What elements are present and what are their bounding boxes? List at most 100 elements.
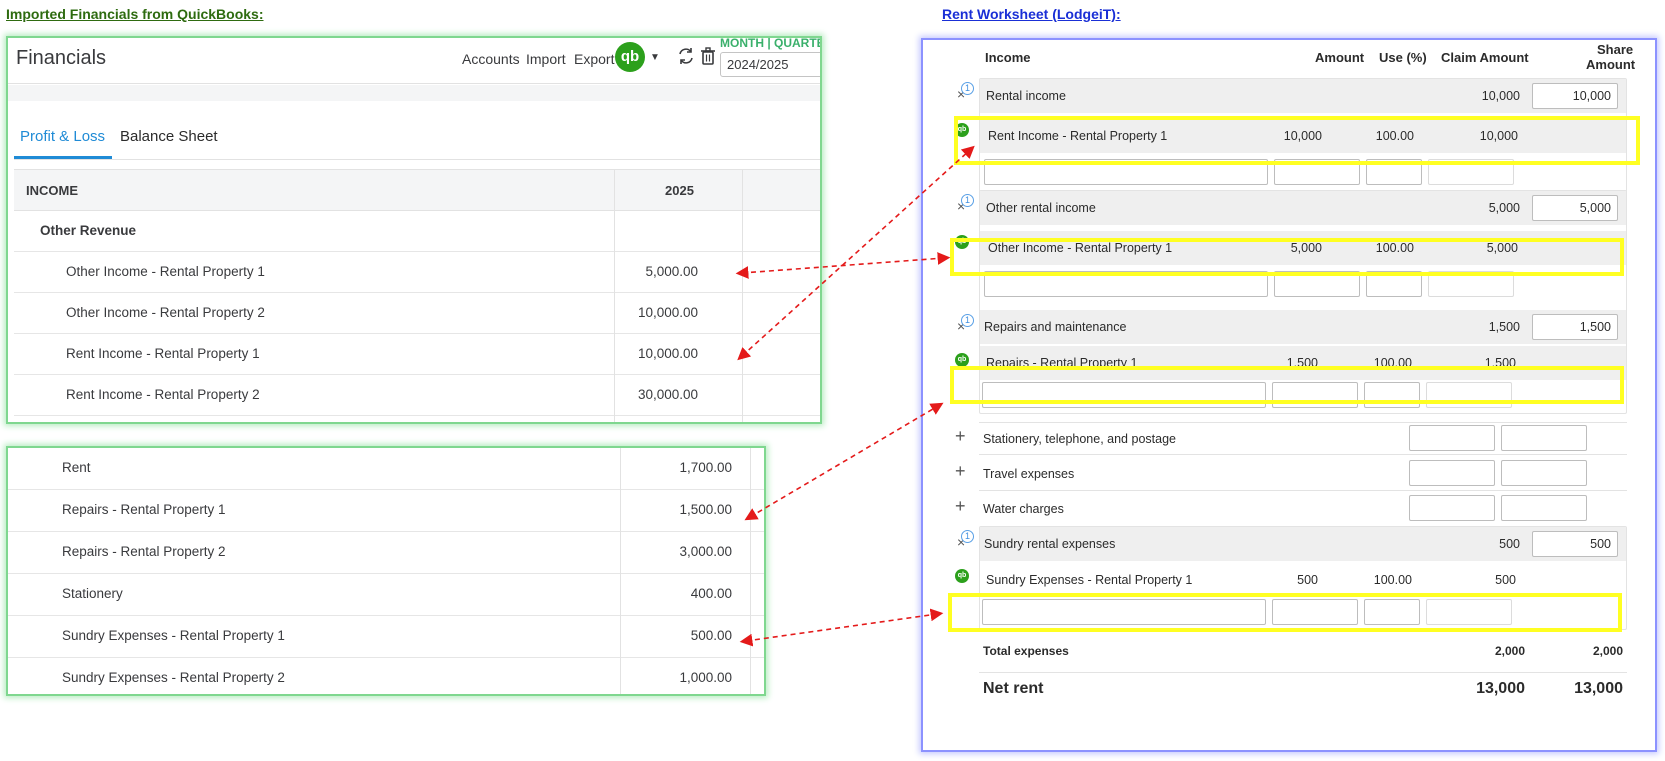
quickbooks-caption: Imported Financials from QuickBooks: [6,6,264,22]
chevron-down-icon[interactable]: ▼ [650,52,660,63]
table-row[interactable]: Other Income - Rental Property 2 10,000.… [14,293,820,334]
import-link[interactable]: Import [526,51,566,67]
account-value: 1,500.00 [679,502,732,517]
claim-amount-input[interactable] [1409,425,1495,451]
period-toggle[interactable]: MONTH | QUARTE [720,38,820,50]
fiscal-year-select[interactable]: 2024/2025 [720,52,820,77]
net-rent-label: Net rent [983,680,1044,697]
lodgeit-caption: Rent Worksheet (LodgeiT): [942,6,1121,22]
account-name: Repairs - Rental Property 1 [62,502,226,517]
account-name: Other Income - Rental Property 1 [66,264,265,279]
qb-header: Financials Accounts Import Export qb ▼ M… [8,38,820,84]
total-expenses-label: Total expenses [983,644,1069,658]
row-divider [979,422,1627,423]
account-value: 30,000.00 [637,387,698,402]
category-label: Rental income [986,89,1066,103]
arrow-sundry [739,608,944,647]
account-value: 1,000.00 [679,670,732,685]
tab-balance-sheet[interactable]: Balance Sheet [120,128,218,145]
accounts-link[interactable]: Accounts [462,51,520,67]
column-divider [742,169,743,422]
info-badge-icon[interactable]: 1 [961,530,974,543]
column-divider [620,448,621,694]
category-label: Stationery, telephone, and postage [983,432,1176,446]
table-row[interactable]: Stationery 400.00 [8,574,764,616]
table-row[interactable]: Rent 1,700.00 [8,448,764,490]
row-divider [979,672,1627,673]
share-amount-input[interactable]: 500 [1532,531,1618,557]
share-amount-input[interactable] [1501,460,1587,486]
income-column-header: INCOME [26,183,78,198]
refresh-icon[interactable] [676,46,696,66]
account-value: 3,000.00 [679,544,732,559]
table-row[interactable]: Sundry Expenses - Rental Property 2 1,00… [8,658,764,694]
table-row[interactable]: Repairs - Rental Property 1 1,500.00 [8,490,764,532]
rental-income-row [980,79,1626,113]
add-icon[interactable]: + [955,426,966,447]
claim-amount: 10,000 [1481,89,1520,103]
account-value: 500.00 [690,628,732,643]
table-row[interactable]: Repairs - Rental Property 2 3,000.00 [8,532,764,574]
share-amount-input[interactable]: 5,000 [1532,195,1618,221]
claim-amount: 5,000 [1488,201,1520,215]
info-badge-icon[interactable]: 1 [961,82,974,95]
trash-icon[interactable] [698,46,718,66]
category-label: Water charges [983,502,1064,516]
income-table: INCOME 2025 Other Revenue Other Income -… [14,169,820,416]
claim-amount-input[interactable] [1409,495,1495,521]
page-title: Financials [16,47,107,69]
row-divider [979,454,1627,455]
share-amount-input[interactable] [1501,495,1587,521]
account-name: Sundry Expenses - Rental Property 1 [62,628,285,643]
column-divider [750,448,751,694]
table-row[interactable]: Rent Income - Rental Property 2 30,000.0… [14,375,820,416]
share-amount-input[interactable] [1501,425,1587,451]
group-label: Other Revenue [40,223,137,238]
imported-use-percent: 100.00 [1373,573,1412,587]
header-band [8,85,820,101]
claim-amount: 500 [1499,537,1520,551]
claim-amount-input[interactable] [1409,460,1495,486]
table-row[interactable]: Sundry Expenses - Rental Property 1 500.… [8,616,764,658]
add-icon[interactable]: + [955,461,966,482]
highlight-other-income [950,238,1624,276]
highlight-rent-income [954,116,1640,165]
table-group-row: Other Revenue [14,211,820,252]
share-column-header-line1: Share [1597,42,1634,57]
account-value: 5,000.00 [645,264,698,279]
year-column-header: 2025 [665,183,694,198]
category-label: Repairs and maintenance [984,320,1127,334]
table-row[interactable]: Rent Income - Rental Property 1 10,000.0… [14,334,820,375]
account-value: 10,000.00 [637,346,698,361]
share-amount-input[interactable]: 1,500 [1532,314,1618,340]
category-label: Other rental income [986,201,1096,215]
use-percent-column-header: Use (%) [1379,50,1427,65]
total-expenses-share: 2,000 [1592,644,1623,658]
highlight-repairs [950,366,1624,404]
quickbooks-source-icon: qb [955,353,969,367]
account-name: Other Income - Rental Property 2 [66,305,265,320]
amount-column-header: Amount [1315,50,1365,65]
tabs-divider [14,159,820,160]
account-value: 10,000.00 [637,305,698,320]
imported-amount: 500 [1297,573,1318,587]
add-icon[interactable]: + [955,496,966,517]
category-label: Travel expenses [983,467,1075,481]
row-divider [979,490,1627,491]
share-amount-input[interactable]: 10,000 [1532,83,1618,109]
quickbooks-logo-icon[interactable]: qb [615,42,645,72]
total-expenses-claim: 2,000 [1494,644,1525,658]
imported-line-label: Sundry Expenses - Rental Property 1 [986,573,1193,587]
quickbooks-source-icon: qb [955,569,969,583]
category-label: Sundry rental expenses [984,537,1116,551]
tab-profit-loss[interactable]: Profit & Loss [20,128,105,145]
income-table-header: INCOME 2025 [14,169,820,211]
table-row[interactable]: Other Income - Rental Property 1 5,000.0… [14,252,820,293]
net-rent-claim: 13,000 [1476,680,1525,697]
income-column-header: Income [985,50,1031,65]
quickbooks-financials-panel: Financials Accounts Import Export qb ▼ M… [6,36,822,424]
account-value: 400.00 [690,586,732,601]
export-link[interactable]: Export [574,51,614,67]
info-badge-icon[interactable]: 1 [961,194,974,207]
info-badge-icon[interactable]: 1 [961,314,974,327]
